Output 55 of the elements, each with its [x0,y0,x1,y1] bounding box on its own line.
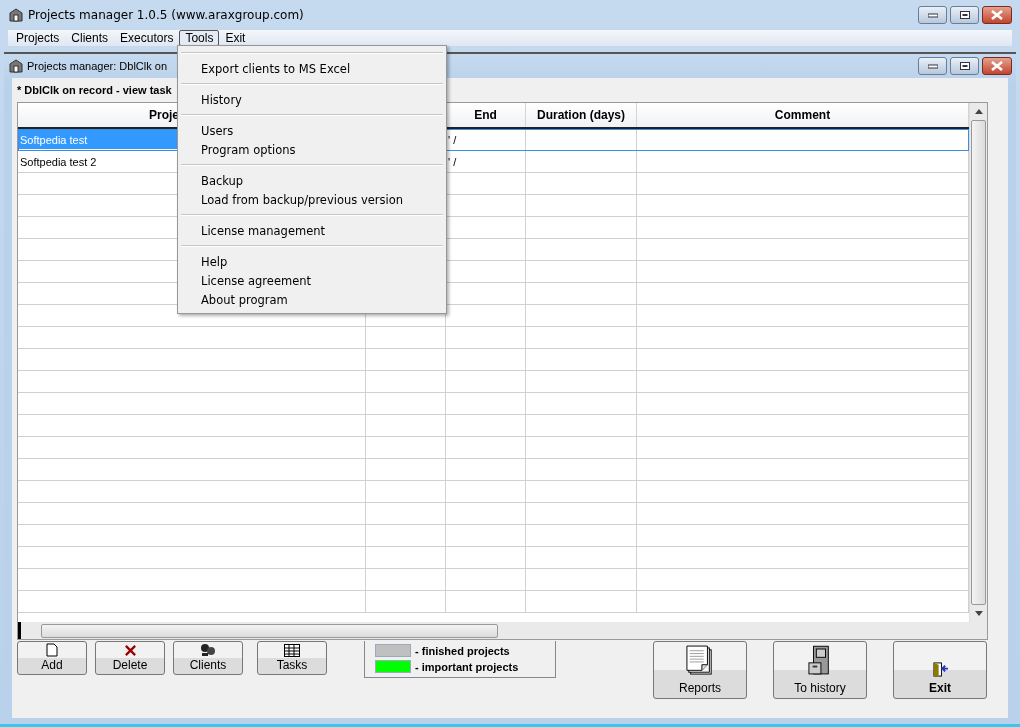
maximize-icon [959,11,970,19]
toolbar-button[interactable]: Delete [95,641,165,675]
up-arrow-icon[interactable] [974,109,983,114]
legend-label: - important projects [415,660,519,673]
menu-item[interactable]: Load from backup/previous version [181,191,443,210]
column-header: Duration (days) [526,103,637,127]
menu-item[interactable]: Export clients to MS Excel [181,60,443,79]
close-icon [991,10,1003,20]
vertical-scrollbar[interactable] [969,103,987,622]
toolbar-button[interactable]: Tasks [257,641,327,675]
horizontal-scrollbar[interactable] [18,622,987,639]
window-title: Projects manager 1.0.5 (www.araxgroup.com) [28,8,304,22]
action-button[interactable]: Reports [653,641,747,699]
minimize-icon [927,12,938,18]
table-icon [284,644,300,657]
document-icon [46,643,58,657]
app-icon [8,7,24,23]
people-icon [200,643,216,657]
door-icon [931,662,949,677]
toolbar-button[interactable]: Clients [173,641,243,675]
menu-item[interactable]: Backup [181,172,443,191]
minimize-button[interactable] [918,6,947,24]
toolbar-button[interactable]: Add [17,641,87,675]
menu-item[interactable]: Clients [65,30,115,46]
minimize-icon [927,63,938,69]
down-arrow-icon[interactable] [974,611,983,616]
menu-item[interactable]: Help [181,253,443,272]
legend-label: - finished projects [415,644,510,657]
app-icon [8,58,24,74]
column-header: Proje [149,108,179,122]
documents-icon [686,645,714,677]
table-cell-text: Softpedia test 2 [19,154,98,170]
table-cell: ' / [448,155,457,168]
cross-icon [123,644,137,657]
maximize-button[interactable] [950,57,979,75]
menu-item[interactable]: Executors [114,30,180,46]
menu-item[interactable]: Tools [179,30,220,46]
table-cell: ' / [448,133,457,146]
action-button[interactable]: To history [773,641,867,699]
maximize-icon [959,62,970,70]
hint-text: * DblClk on record - view task [17,84,173,98]
menu-item[interactable]: About program [181,291,443,310]
close-icon [991,61,1003,71]
filing-cabinet-icon [808,645,832,677]
maximize-button[interactable] [950,6,979,24]
minimize-button[interactable] [918,57,947,75]
window-title: Projects manager: DblClk on [27,60,167,72]
close-button[interactable] [982,57,1012,75]
menu-item[interactable]: License agreement [181,272,443,291]
menu-item[interactable]: Exit [219,30,252,46]
action-button[interactable]: Exit [893,641,987,699]
menu-item[interactable]: Projects [10,30,66,46]
menu-item[interactable]: History [181,91,443,110]
menu-item[interactable]: License management [181,222,443,241]
close-button[interactable] [982,6,1012,24]
